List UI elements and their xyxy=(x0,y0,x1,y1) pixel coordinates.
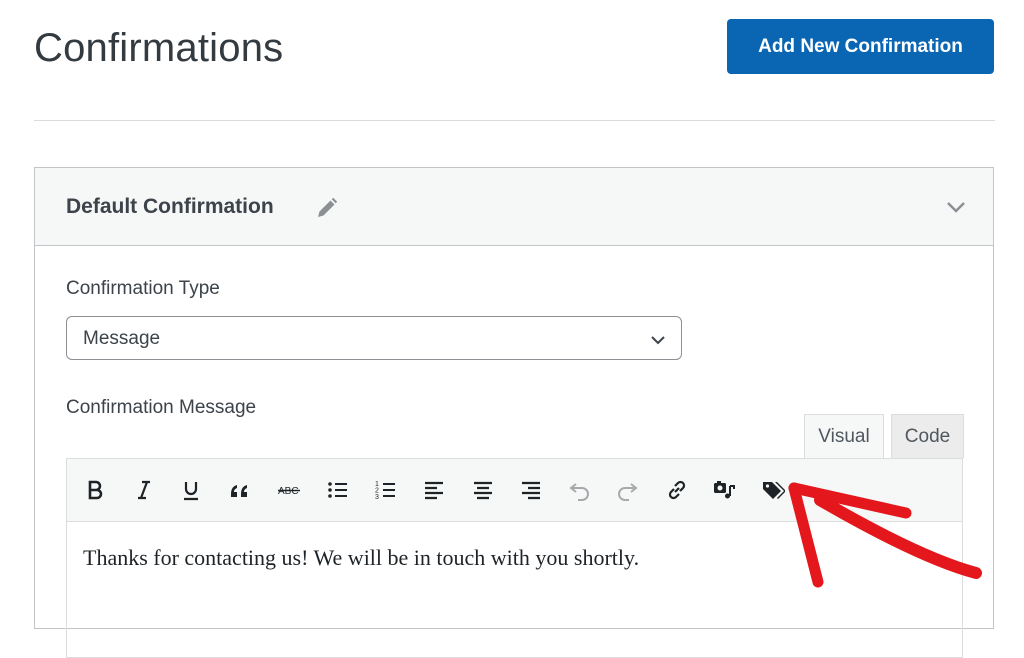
confirmation-type-value: Message xyxy=(83,328,161,349)
tab-visual[interactable]: Visual xyxy=(804,414,884,458)
confirmation-type-select[interactable]: Message xyxy=(66,316,682,360)
link-icon[interactable] xyxy=(661,474,693,506)
confirmation-message-label: Confirmation Message xyxy=(66,397,257,418)
chevron-down-icon[interactable] xyxy=(945,196,967,218)
underline-icon[interactable] xyxy=(175,474,207,506)
bold-icon[interactable] xyxy=(79,474,111,506)
svg-text:ABC: ABC xyxy=(278,486,299,497)
bulleted-list-icon[interactable] xyxy=(322,474,354,506)
italic-icon[interactable] xyxy=(128,474,160,506)
redo-icon[interactable] xyxy=(611,474,643,506)
align-center-icon[interactable] xyxy=(467,474,499,506)
page-title: Confirmations xyxy=(34,26,284,70)
undo-icon[interactable] xyxy=(564,474,596,506)
blockquote-icon[interactable] xyxy=(224,474,256,506)
message-text[interactable]: Thanks for contacting us! We will be in … xyxy=(83,545,639,571)
confirmation-type-label: Confirmation Type xyxy=(66,278,220,299)
add-media-icon[interactable] xyxy=(708,474,740,506)
align-right-icon[interactable] xyxy=(515,474,547,506)
numbered-list-icon[interactable]: 123 xyxy=(370,474,402,506)
chevron-down-icon xyxy=(651,336,665,345)
divider xyxy=(34,120,995,121)
strikethrough-icon[interactable]: ABC xyxy=(273,474,305,506)
add-new-confirmation-button[interactable]: Add New Confirmation xyxy=(727,19,994,74)
panel-title: Default Confirmation xyxy=(66,195,274,218)
align-left-icon[interactable] xyxy=(418,474,450,506)
pencil-icon[interactable] xyxy=(315,196,339,220)
panel-header[interactable]: Default Confirmation xyxy=(35,168,993,246)
annotation-arrow-icon xyxy=(788,482,982,588)
svg-text:3: 3 xyxy=(375,494,379,501)
tab-code[interactable]: Code xyxy=(891,414,964,458)
